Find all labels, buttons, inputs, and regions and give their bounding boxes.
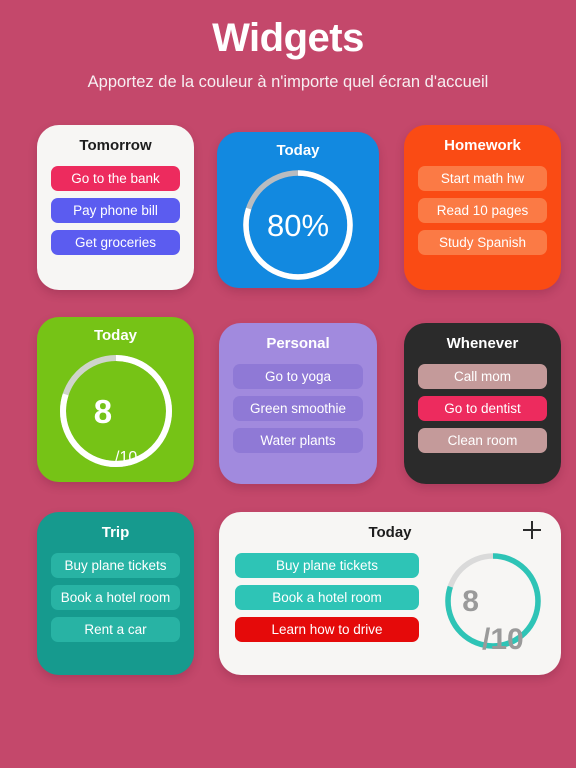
list-item[interactable]: Book a hotel room <box>235 585 419 610</box>
widgets-showcase-page: Widgets Apportez de la couleur à n'impor… <box>0 0 576 768</box>
list-item[interactable]: Study Spanish <box>418 230 547 255</box>
list-item[interactable]: Buy plane tickets <box>235 553 419 578</box>
widget-card-today-percent[interactable]: Today 80% <box>217 132 379 288</box>
progress-value: 80% <box>266 207 330 243</box>
list-item[interactable]: Buy plane tickets <box>51 553 180 578</box>
list-item[interactable]: Clean room <box>418 428 547 453</box>
list-item[interactable]: Start math hw <box>418 166 547 191</box>
progress-value-suffix: /10 <box>481 623 524 656</box>
list-item[interactable]: Water plants <box>233 428 363 453</box>
progress-ring-blue-label: 80% <box>239 166 357 284</box>
widget-card-personal[interactable]: Personal Go to yoga Green smoothie Water… <box>219 323 377 484</box>
task-list-personal: Go to yoga Green smoothie Water plants <box>233 364 363 453</box>
progress-ring-wide: 8 /10 <box>441 549 545 656</box>
progress-ring-green-label: 8 /10 <box>56 351 176 471</box>
widget-title-homework: Homework <box>444 137 521 154</box>
list-item[interactable]: Read 10 pages <box>418 198 547 223</box>
progress-ring-wide-wrap: 8 /10 <box>441 549 545 656</box>
widget-header-today-wide: Today <box>235 521 545 542</box>
list-item[interactable]: Go to yoga <box>233 364 363 389</box>
task-list-today-wide: Buy plane tickets Book a hotel room Lear… <box>235 553 419 642</box>
plus-icon[interactable] <box>523 521 541 539</box>
widget-title-today-wide: Today <box>368 524 412 541</box>
list-item[interactable]: Call mom <box>418 364 547 389</box>
widget-card-tomorrow[interactable]: Tomorrow Go to the bank Pay phone bill G… <box>37 125 194 290</box>
widget-card-homework[interactable]: Homework Start math hw Read 10 pages Stu… <box>404 125 561 290</box>
progress-value: 8 <box>462 584 479 618</box>
list-item[interactable]: Go to dentist <box>418 396 547 421</box>
widget-card-trip[interactable]: Trip Buy plane tickets Book a hotel room… <box>37 512 194 675</box>
list-item[interactable]: Go to the bank <box>51 166 180 191</box>
widget-body-today-wide: Buy plane tickets Book a hotel room Lear… <box>235 553 545 655</box>
list-item[interactable]: Learn how to drive <box>235 617 419 642</box>
widget-card-today-wide[interactable]: Today Buy plane tickets Book a hotel roo… <box>219 512 561 675</box>
widget-title-today-percent: Today <box>276 142 320 159</box>
list-item[interactable]: Pay phone bill <box>51 198 180 223</box>
page-subtitle: Apportez de la couleur à n'importe quel … <box>87 73 489 91</box>
list-item[interactable]: Get groceries <box>51 230 180 255</box>
widget-title-today-green: Today <box>93 327 138 344</box>
widget-title-personal: Personal <box>266 335 330 352</box>
progress-value-suffix: /10 <box>115 449 138 466</box>
progress-value: 8 <box>93 392 113 430</box>
widget-card-today-green[interactable]: Today 8 /10 <box>37 317 194 482</box>
page-header: Widgets Apportez de la couleur à n'impor… <box>0 14 576 94</box>
task-list-whenever: Call mom Go to dentist Clean room <box>418 364 547 453</box>
list-item[interactable]: Rent a car <box>51 617 180 642</box>
task-list-homework: Start math hw Read 10 pages Study Spanis… <box>418 166 547 255</box>
list-item[interactable]: Book a hotel room <box>51 585 180 610</box>
widget-title-trip: Trip <box>101 524 130 541</box>
list-item[interactable]: Green smoothie <box>233 396 363 421</box>
widget-title-whenever: Whenever <box>446 335 519 352</box>
progress-ring-blue: 80% <box>239 166 357 284</box>
widget-card-whenever[interactable]: Whenever Call mom Go to dentist Clean ro… <box>404 323 561 484</box>
task-list-trip: Buy plane tickets Book a hotel room Rent… <box>51 553 180 642</box>
task-list-tomorrow: Go to the bank Pay phone bill Get grocer… <box>51 166 180 255</box>
progress-ring-wide-label: 8 /10 <box>441 549 545 656</box>
page-title: Widgets <box>212 16 364 60</box>
widget-title-tomorrow: Tomorrow <box>79 137 152 154</box>
progress-ring-green: 8 /10 <box>56 351 176 471</box>
